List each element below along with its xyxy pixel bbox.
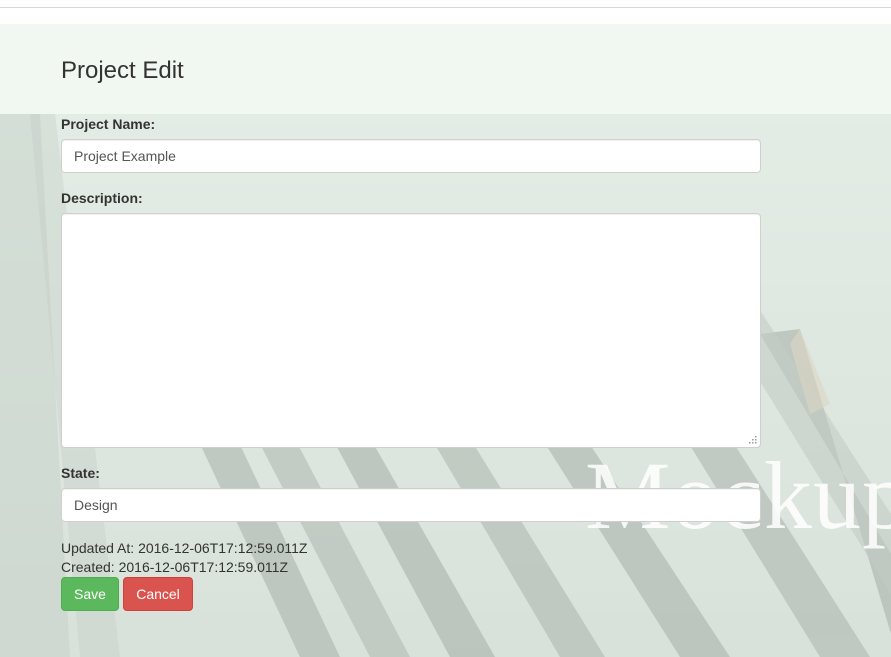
updated-at-value: 2016-12-06T17:12:59.011Z [138, 540, 308, 556]
page-title: Project Edit [61, 57, 184, 84]
updated-at-line: Updated At: 2016-12-06T17:12:59.011Z [61, 540, 307, 556]
project-name-input[interactable]: Project Example [61, 139, 761, 173]
project-name-label: Project Name: [61, 116, 156, 132]
created-at-value: 2016-12-06T17:12:59.011Z [118, 559, 289, 575]
state-label: State: [61, 465, 100, 481]
description-textarea[interactable] [61, 213, 761, 448]
created-at-line: Created: 2016-12-06T17:12:59.011Z [61, 559, 288, 575]
state-input[interactable]: Design [61, 488, 761, 522]
created-at-label: Created: [61, 559, 115, 575]
description-label: Description: [61, 190, 143, 206]
page: Mockup Project Edit Project Name: Projec… [0, 0, 891, 657]
resize-grip-icon[interactable] [747, 434, 757, 444]
updated-at-label: Updated At: [61, 540, 135, 556]
browser-top-strip [0, 0, 891, 8]
cancel-button[interactable]: Cancel [123, 577, 193, 611]
save-button[interactable]: Save [61, 577, 119, 611]
